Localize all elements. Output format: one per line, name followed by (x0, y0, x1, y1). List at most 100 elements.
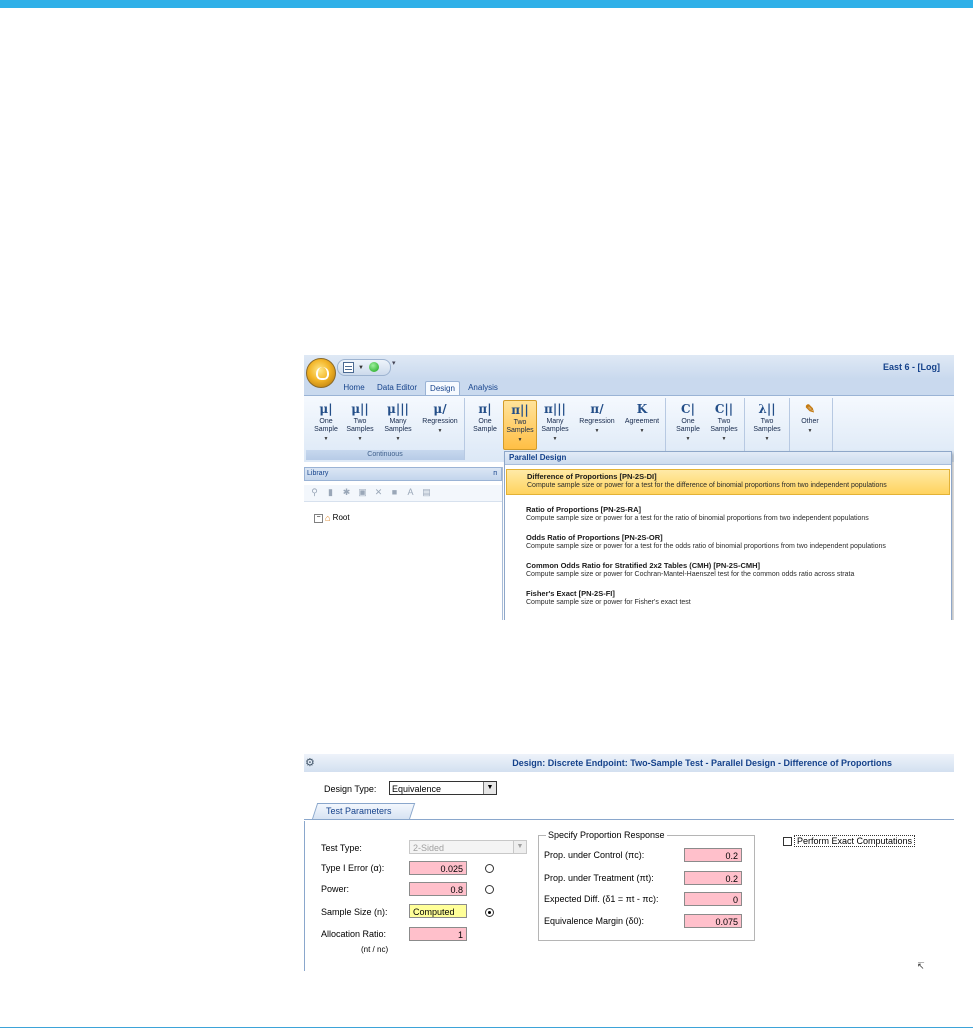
library-pane: Library ᴨ ⚲ ▮ ✱ ▣ ✕ ■ A ▤ − ⌂ Root (304, 467, 503, 620)
chevron-down-icon: ▼ (685, 436, 691, 442)
title-bar: ▼ ▾ East 6 - [Log] (304, 355, 954, 379)
sample-size-field[interactable]: Computed (409, 904, 467, 918)
discrete-agreement-button[interactable]: K Agreement ▼ (621, 400, 663, 448)
chevron-down-icon: ▼ (721, 436, 727, 442)
chart-icon[interactable]: ▮ (326, 488, 335, 497)
equivalence-margin-label: Equivalence Margin (δ0): (544, 916, 645, 926)
pi-two-icon: π|| (511, 403, 529, 417)
type1-error-label: Type I Error (α): (321, 863, 385, 873)
dialog-title: Design: Discrete Endpoint: Two-Sample Te… (512, 758, 892, 768)
tab-home[interactable]: Home (342, 381, 366, 395)
allocation-ratio-field[interactable]: 1 (409, 927, 467, 941)
tab-analysis[interactable]: Analysis (466, 381, 500, 395)
discrete-one-sample-button[interactable]: π| One Sample (469, 400, 501, 448)
discrete-two-samples-button[interactable]: π|| Two Samples ▼ (503, 400, 537, 450)
chevron-down-icon: ▼ (437, 428, 443, 434)
delete-icon[interactable]: ✕ (374, 488, 383, 497)
treatment-prop-label: Prop. under Treatment (πt): (544, 873, 654, 883)
expected-diff-label: Expected Diff. (δ1 = πt - πc): (544, 894, 659, 904)
test-type-select: 2-Sided ▼ (409, 840, 527, 854)
type1-error-radio[interactable] (485, 864, 494, 873)
edit-chart-icon: ✎ (804, 402, 816, 416)
pin-icon[interactable]: ᴨ (493, 468, 497, 480)
other-button[interactable]: ✎ Other ▼ (794, 400, 826, 448)
proportion-response-group: Specify Proportion Response Prop. under … (538, 830, 755, 941)
discrete-many-samples-button[interactable]: π||| Many Samples ▼ (539, 400, 571, 448)
rename-icon[interactable]: A (406, 488, 415, 497)
design-dialog-screenshot: ⚙ Design: Discrete Endpoint: Two-Sample … (304, 754, 954, 974)
test-parameters-panel: Test Type: 2-Sided ▼ Type I Error (α): 0… (304, 821, 954, 971)
treatment-prop-field[interactable]: 0.2 (684, 871, 742, 885)
dialog-tab-strip: Test Parameters (304, 801, 954, 820)
kappa-icon: K (636, 402, 648, 416)
menu-item-ratio-of-proportions[interactable]: Ratio of Proportions [PN-2S-RA] Compute … (505, 503, 951, 527)
group-label-continuous: Continuous (306, 450, 464, 460)
chevron-down-icon: ▼ (764, 436, 770, 442)
tab-design[interactable]: Design (425, 381, 460, 396)
qat-customize-icon[interactable]: ▾ (392, 359, 396, 367)
tree-expander-icon[interactable]: − (314, 513, 323, 523)
design-type-select[interactable]: Equivalence ▼ (389, 781, 497, 795)
continuous-regression-button[interactable]: μ/ Regression ▼ (420, 400, 460, 448)
c-one-icon: C| (681, 402, 695, 416)
quick-access-toolbar[interactable]: ▼ (337, 359, 391, 376)
chevron-down-icon: ▼ (513, 841, 526, 853)
settings-icon[interactable]: ✱ (342, 488, 351, 497)
qat-caret-icon[interactable]: ▼ (358, 365, 364, 371)
checkbox-icon[interactable] (783, 837, 792, 847)
menu-item-common-odds-ratio[interactable]: Common Odds Ratio for Stratified 2x2 Tab… (505, 559, 951, 583)
page-bottom-rule (0, 1027, 973, 1028)
control-prop-field[interactable]: 0.2 (684, 848, 742, 862)
chevron-down-icon[interactable]: ▼ (483, 782, 496, 794)
menu-item-odds-ratio[interactable]: Odds Ratio of Proportions [PN-2S-OR] Com… (505, 531, 951, 555)
status-dot-icon[interactable] (369, 362, 379, 372)
power-radio[interactable] (485, 885, 494, 894)
chevron-down-icon: ▼ (517, 437, 523, 443)
design-gear-icon: ⚙ (305, 757, 315, 769)
grid-icon[interactable] (343, 362, 354, 373)
mu-many-icon: μ||| (387, 402, 409, 416)
export-icon[interactable]: ▤ (422, 488, 431, 497)
continuous-two-samples-button[interactable]: μ|| Two Samples ▼ (344, 400, 376, 448)
type1-error-field[interactable]: 0.025 (409, 861, 467, 875)
chevron-down-icon: ▼ (357, 436, 363, 442)
power-field[interactable]: 0.8 (409, 882, 467, 896)
resize-grip-icon[interactable]: ↸ (917, 961, 925, 972)
count-one-sample-button[interactable]: C| One Sample ▼ (672, 400, 704, 448)
sample-size-radio[interactable] (485, 908, 494, 917)
survival-two-samples-button[interactable]: λ|| Two Samples ▼ (751, 400, 783, 448)
pi-one-icon: π| (478, 402, 492, 416)
continuous-many-samples-button[interactable]: μ||| Many Samples ▼ (382, 400, 414, 448)
save-icon[interactable]: ▣ (358, 488, 367, 497)
app-orb-icon[interactable] (306, 358, 336, 388)
mu-two-icon: μ|| (351, 402, 369, 416)
design-type-label: Design Type: (324, 784, 377, 794)
equivalence-margin-field[interactable]: 0.075 (684, 914, 742, 928)
mu-one-icon: μ| (319, 402, 333, 416)
stop-icon[interactable]: ■ (390, 488, 399, 497)
continuous-one-sample-button[interactable]: μ| One Sample ▼ (310, 400, 342, 448)
page-top-rule (0, 0, 973, 8)
c-two-icon: C|| (714, 402, 734, 416)
group-continuous: μ| One Sample ▼ μ|| Two Samples ▼ μ||| M… (306, 398, 465, 460)
library-toolbar: ⚲ ▮ ✱ ▣ ✕ ■ A ▤ (304, 485, 502, 502)
expected-diff-field[interactable]: 0 (684, 892, 742, 906)
menu-item-fishers-exact[interactable]: Fisher's Exact [PN-2S-FI] Compute sample… (505, 587, 951, 611)
pi-many-icon: π||| (544, 402, 566, 416)
tab-data-editor[interactable]: Data Editor (374, 381, 420, 395)
menu-header: Parallel Design (505, 452, 951, 465)
allocation-ratio-sublabel: (nt / nc) (361, 945, 389, 954)
discrete-regression-button[interactable]: π/ Regression ▼ (577, 400, 617, 448)
exact-computations-checkbox[interactable]: Perform Exact Computations (783, 835, 916, 847)
count-two-samples-button[interactable]: C|| Two Samples ▼ (708, 400, 740, 448)
tree-root-node[interactable]: − ⌂ Root (314, 513, 350, 523)
dialog-title-bar: ⚙ Design: Discrete Endpoint: Two-Sample … (304, 754, 954, 772)
search-icon[interactable]: ⚲ (310, 488, 319, 497)
test-type-label: Test Type: (321, 843, 362, 853)
menu-item-difference-of-proportions[interactable]: Difference of Proportions [PN-2S-DI] Com… (506, 469, 950, 495)
tab-test-parameters[interactable]: Test Parameters (326, 806, 392, 816)
mu-regression-icon: μ/ (433, 402, 447, 416)
sample-size-label: Sample Size (n): (321, 907, 388, 917)
power-label: Power: (321, 884, 350, 894)
control-prop-label: Prop. under Control (πc): (544, 850, 645, 860)
